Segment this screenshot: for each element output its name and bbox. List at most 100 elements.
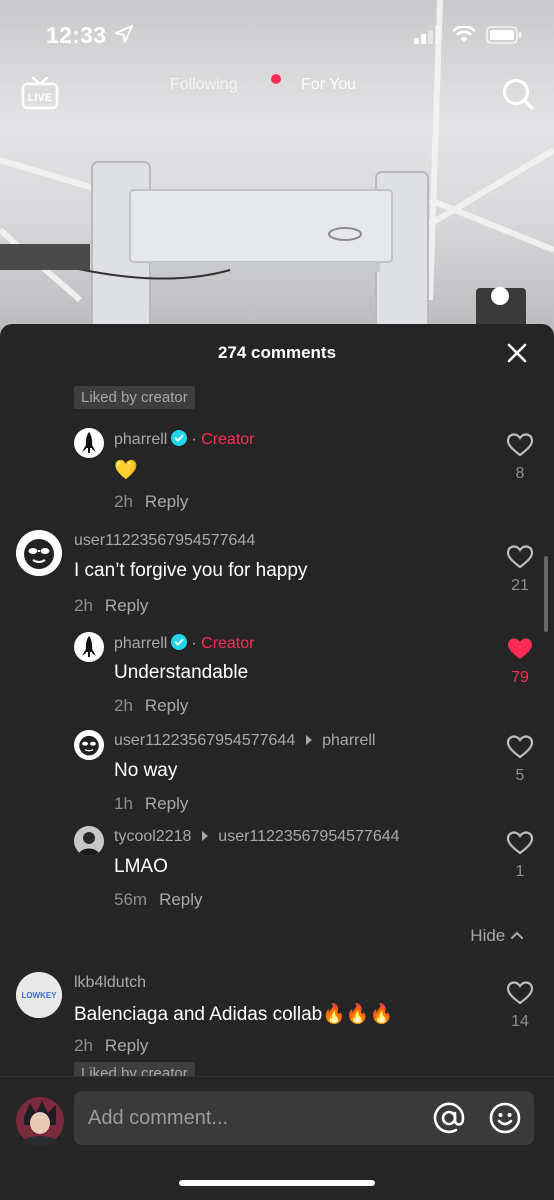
svg-text:LIVE: LIVE [28,92,52,104]
comment[interactable]: user11223567954577644 I can’t forgive yo… [0,528,554,624]
comments-header: 274 comments [0,324,554,380]
close-comments-button[interactable] [506,342,528,364]
reply-button[interactable]: Reply [105,1036,148,1055]
reply-button[interactable]: Reply [145,794,188,813]
reply-button[interactable]: Reply [159,890,202,909]
tab-for-you[interactable]: For You [301,76,356,94]
smiley-icon [489,1102,521,1134]
comment-meta: 2h Reply [74,596,148,616]
sunglasses-avatar-icon [74,730,104,760]
reply-to-username[interactable]: user11223567954577644 [218,828,399,845]
reply-arrow-icon [305,735,312,745]
location-arrow-icon [115,25,133,43]
like-count: 8 [515,465,525,482]
avatar[interactable]: LOWKEY [16,972,62,1018]
creator-tag: Creator [201,431,255,448]
heart-outline-icon [506,433,534,457]
comment-reply[interactable]: pharrell · Creator 💛 2h Reply 8 [0,426,554,518]
comment-username[interactable]: user11223567954577644 [74,532,255,550]
like-button[interactable]: 14 [500,980,540,1031]
status-time: 12:33 [46,22,107,48]
rocket-avatar-icon [82,636,96,657]
comment-username[interactable]: user11223567954577644 pharrell [114,732,375,750]
status-bar: 12:33 [0,0,554,64]
scrollbar[interactable] [544,556,548,632]
comment-text: No way [114,760,178,781]
at-sign-icon [433,1102,465,1134]
search-icon [503,79,534,110]
hide-replies-button[interactable]: Hide [470,926,524,946]
reply-button[interactable]: Reply [145,492,188,511]
comment-meta: 2h Reply [74,1036,148,1056]
emoji-button[interactable] [488,1101,522,1135]
comment-time: 2h [114,696,133,715]
heart-outline-icon [506,735,534,759]
live-button[interactable]: LIVE [20,76,60,112]
svg-text:LOWKEY: LOWKEY [21,991,57,1000]
following-notification-dot [271,74,281,84]
tab-following[interactable]: Following [170,76,238,94]
comment-meta: 2h Reply [114,696,188,716]
avatar[interactable] [74,730,104,760]
comment-reply[interactable]: user11223567954577644 pharrell No way 1h… [0,728,554,820]
close-icon [507,343,527,363]
avatar[interactable] [74,428,104,458]
verified-badge-icon [171,430,188,446]
comment-username[interactable]: lkb4ldutch [74,974,146,992]
liked-by-creator-badge: Liked by creator [74,386,195,409]
reply-button[interactable]: Reply [145,696,188,715]
comment-time: 1h [114,794,133,813]
search-button[interactable] [500,76,536,112]
comment-reply[interactable]: tycool2218 user11223567954577644 LMAO 56… [0,824,554,916]
comment-time: 56m [114,890,148,909]
like-button[interactable]: 8 [500,432,540,483]
avatar[interactable] [74,632,104,662]
heart-filled-icon [508,638,532,659]
comment-time: 2h [74,1036,93,1055]
like-count: 79 [511,669,529,686]
cellular-signal-icon [414,26,440,44]
photo-avatar-icon [74,826,104,856]
verified-badge-icon [171,634,188,650]
avatar[interactable] [16,530,62,576]
rocket-avatar-icon [82,432,96,453]
comment-reply[interactable]: pharrell · Creator Understandable 2h Reply… [0,630,554,722]
like-button[interactable]: 5 [500,734,540,785]
my-avatar[interactable] [16,1097,64,1145]
like-count: 1 [515,863,525,880]
like-button[interactable]: 21 [500,544,540,595]
comment-text: I can’t forgive you for happy [74,560,308,581]
creator-tag: Creator [201,635,255,652]
sunglasses-avatar-icon [16,530,62,576]
like-count: 5 [515,767,525,784]
reply-arrow-icon [201,831,208,841]
like-count: 14 [511,1013,529,1030]
like-button[interactable]: 79 [500,636,540,687]
mention-button[interactable] [432,1101,466,1135]
comment[interactable]: LOWKEY lkb4ldutch Balenciaga and Adidas … [0,970,554,1070]
comment-meta: 1h Reply [114,794,188,814]
wifi-icon [452,26,476,42]
comments-count-title: 274 comments [217,343,337,362]
comment-text: LMAO [114,856,168,877]
comment-meta: 2h Reply [114,492,188,512]
liked-by-creator-badge: Liked by creator [74,1062,195,1076]
heart-outline-icon [506,981,534,1005]
comment-username[interactable]: tycool2218 user11223567954577644 [114,828,400,846]
comment-text: Understandable [114,662,249,683]
heart-outline-icon [506,545,534,569]
chevron-up-icon [511,931,523,939]
comment-meta: 56m Reply [114,890,203,910]
like-button[interactable]: 1 [500,830,540,881]
comment-username[interactable]: pharrell · Creator [114,430,255,449]
home-indicator[interactable] [179,1180,375,1186]
comments-list[interactable]: Liked by creator pharrell · Creator 💛 2h R… [0,380,554,1076]
comment-text: Balenciaga and Adidas collab🔥🔥🔥 [74,1004,394,1025]
like-count: 21 [511,577,529,594]
reply-to-username[interactable]: pharrell [322,732,375,749]
reply-button[interactable]: Reply [105,596,148,615]
comment-username[interactable]: pharrell · Creator [114,634,255,653]
comments-sheet: 274 comments Liked by creator pharrell · … [0,324,554,1200]
heart-outline-icon [506,831,534,855]
avatar[interactable] [74,826,104,856]
